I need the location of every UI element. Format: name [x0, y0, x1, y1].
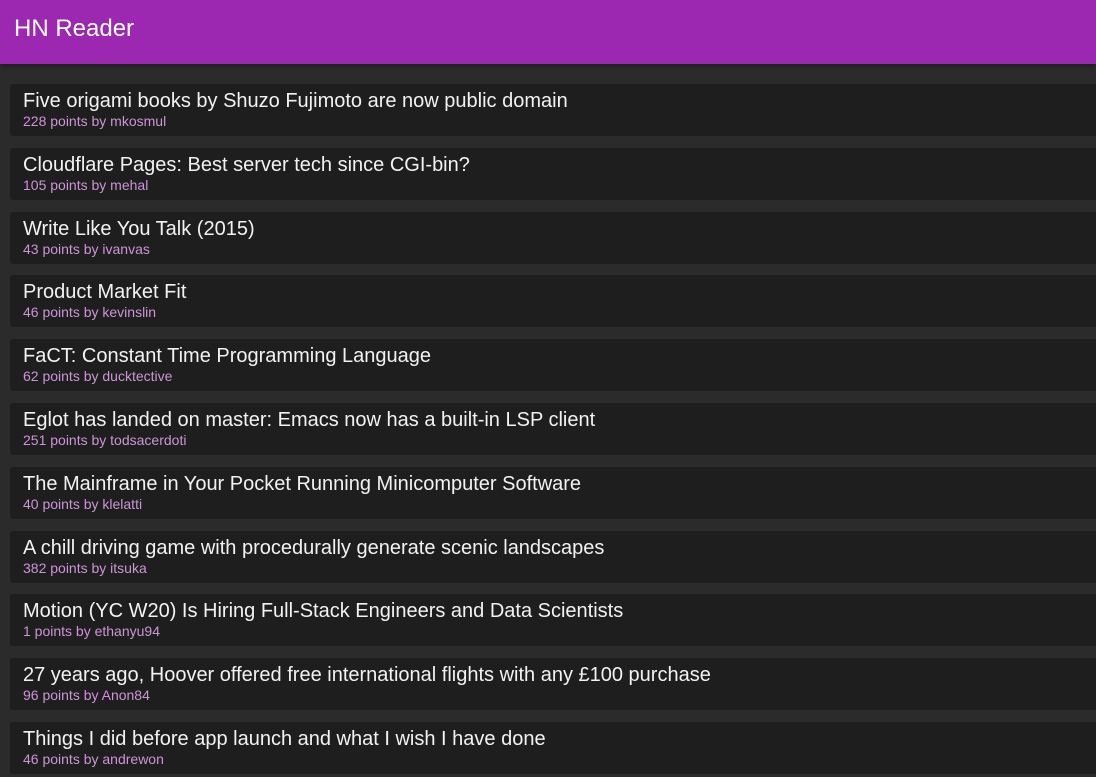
story-meta: 251 points by todsacerdoti — [23, 431, 187, 448]
story-item[interactable]: Things I did before app launch and what … — [10, 721, 1096, 774]
story-title[interactable]: Motion (YC W20) Is Hiring Full-Stack Eng… — [23, 599, 1096, 623]
story-title[interactable]: Things I did before app launch and what … — [23, 727, 1096, 751]
story-title[interactable]: Product Market Fit — [23, 280, 1096, 304]
story-meta: 46 points by andrewon — [23, 750, 164, 767]
app-title: HN Reader — [14, 15, 135, 42]
story-meta: 62 points by ducktective — [23, 368, 173, 385]
story-meta: 40 points by klelatti — [23, 495, 143, 512]
story-item[interactable]: FaCT: Constant Time Programming Language… — [10, 339, 1096, 392]
story-meta: 1 points by ethanyu94 — [23, 623, 160, 640]
story-meta: 46 points by kevinslin — [23, 304, 157, 321]
story-item[interactable]: Motion (YC W20) Is Hiring Full-Stack Eng… — [10, 594, 1096, 647]
story-item[interactable]: Five origami books by Shuzo Fujimoto are… — [10, 84, 1096, 136]
story-title[interactable]: Cloudflare Pages: Best server tech since… — [23, 153, 1096, 177]
story-meta: 105 points by mehal — [23, 176, 149, 193]
story-item[interactable]: 27 years ago, Hoover offered free intern… — [10, 658, 1096, 711]
story-title[interactable]: Write Like You Talk (2015) — [23, 217, 1096, 241]
story-item[interactable]: The Mainframe in Your Pocket Running Min… — [10, 466, 1096, 519]
story-item[interactable]: Eglot has landed on master: Emacs now ha… — [10, 402, 1096, 455]
story-meta: 43 points by ivanvas — [23, 240, 150, 257]
story-title[interactable]: A chill driving game with procedurally g… — [23, 536, 1096, 560]
story-item[interactable]: Write Like You Talk (2015) 43 points by … — [10, 211, 1096, 264]
story-meta: 382 points by itsuka — [23, 559, 147, 576]
story-item[interactable]: Product Market Fit 46 points by kevinsli… — [10, 275, 1096, 328]
story-list: Five origami books by Shuzo Fujimoto are… — [0, 64, 1096, 774]
app-bar: HN Reader — [0, 0, 1096, 64]
story-title[interactable]: FaCT: Constant Time Programming Language — [23, 344, 1096, 368]
story-item[interactable]: Cloudflare Pages: Best server tech since… — [10, 147, 1096, 200]
story-item[interactable]: A chill driving game with procedurally g… — [10, 530, 1096, 583]
story-meta: 96 points by Anon84 — [23, 687, 150, 704]
story-title[interactable]: Eglot has landed on master: Emacs now ha… — [23, 408, 1096, 432]
story-title[interactable]: Five origami books by Shuzo Fujimoto are… — [23, 89, 1096, 113]
story-title[interactable]: 27 years ago, Hoover offered free intern… — [23, 663, 1096, 687]
story-title[interactable]: The Mainframe in Your Pocket Running Min… — [23, 472, 1096, 496]
story-meta: 228 points by mkosmul — [23, 113, 167, 129]
